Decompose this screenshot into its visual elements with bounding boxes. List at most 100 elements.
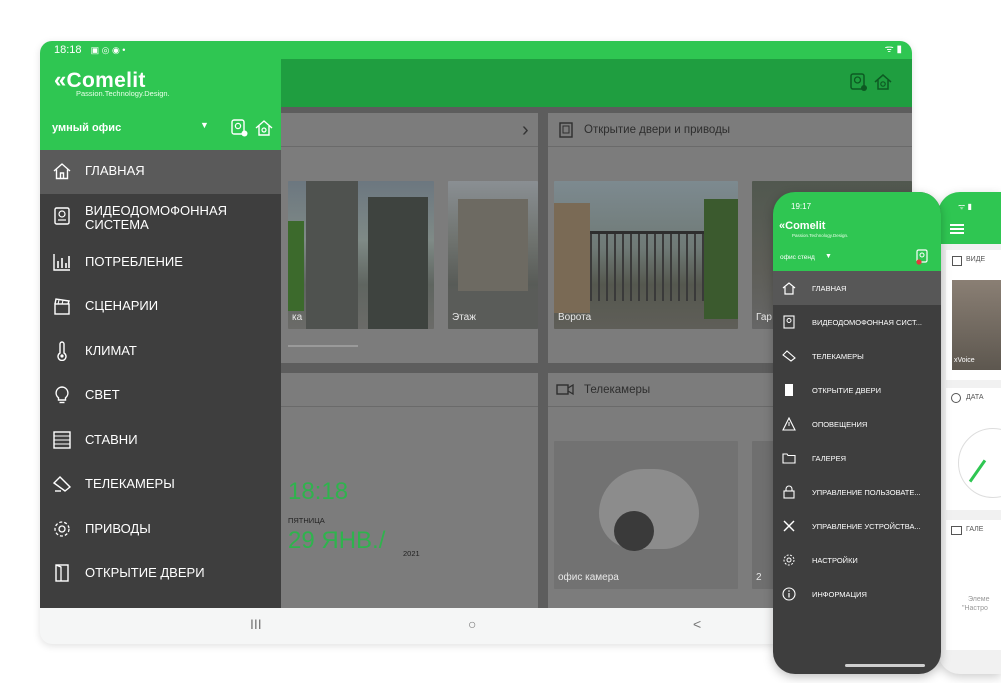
dropdown-caret-icon[interactable]: ▼ (825, 253, 832, 260)
folder-icon (951, 526, 962, 535)
card-header: Открытие двери и приводы (548, 113, 912, 147)
menu-label: ВИДЕОДОМОФОННАЯ СИСТ... (812, 318, 922, 327)
menu-item-cameras[interactable]: ТЕЛЕКАМЕРЫ (40, 463, 281, 507)
menu-label: ОТКРЫТИЕ ДВЕРИ (812, 386, 881, 395)
clock-year: 2021 (403, 549, 420, 558)
menu-item-actuators[interactable]: ПРИВОДЫ (40, 508, 281, 552)
menu-label: ВИДЕОДОМОФОННАЯ СИСТЕМА (85, 203, 228, 232)
clock-time: 18:18 (288, 478, 349, 505)
menu-label: СВЕТ (85, 387, 120, 402)
chevron-right-icon[interactable]: › (522, 119, 529, 142)
intercom-icon (783, 315, 795, 329)
section-gallery: ГАЛЕ Элеме "Настро (946, 520, 1001, 650)
menu-item-door-opening[interactable]: ОТКРЫТИЕ ДВЕРИ (40, 552, 281, 596)
thumbnail-label: Гар (756, 312, 772, 323)
menu-item-notifications[interactable]: ОПОВЕЩЕНИЯ (773, 407, 941, 441)
tools-icon (783, 520, 795, 532)
navigation-drawer: «Comelit Passion.Technology.Design. умны… (40, 59, 281, 608)
empty-message: Элеме (968, 596, 990, 603)
status-icons: ▣ ◎ ◉ • (90, 45, 126, 55)
hamburger-icon[interactable] (950, 224, 964, 234)
menu-item-intercom[interactable]: ВИДЕОДОМОФОННАЯ СИСТЕМА (40, 195, 281, 241)
menu-label: СТАВНИ (85, 432, 138, 447)
menu-label: СЦЕНАРИИ (85, 298, 159, 313)
menu-item-cameras[interactable]: ТЕЛЕКАМЕРЫ (773, 339, 941, 373)
shutter-icon (53, 431, 71, 449)
status-bar: 18:18 ▣ ◎ ◉ • ᯤ ▮ (40, 41, 912, 59)
empty-message: "Настро (962, 605, 988, 612)
back-button[interactable]: < (693, 616, 701, 632)
menu-label: ПРИВОДЫ (85, 521, 151, 536)
home-alarm-icon[interactable] (873, 72, 893, 92)
menu-item-settings[interactable]: НАСТРОЙКИ (773, 543, 941, 577)
menu-item-device-management[interactable]: УПРАВЛЕНИЕ УСТРОЙСТВА... (773, 509, 941, 543)
section-datetime: ДАТА (946, 388, 1001, 510)
camera-thumbnail[interactable]: Этаж (448, 181, 538, 329)
status-time: 18:18 (54, 44, 82, 56)
clock-day: ПЯТНИЦА (288, 516, 325, 525)
dropdown-caret-icon[interactable]: ▼ (200, 120, 209, 130)
menu-item-info[interactable]: ИНФОРМАЦИЯ (773, 577, 941, 611)
menu-label: ГЛАВНАЯ (812, 284, 847, 293)
home-button[interactable]: ○ (468, 616, 476, 632)
section-title: ВИДЕ (966, 256, 986, 263)
clock-icon (951, 393, 961, 403)
intercom-icon[interactable] (230, 118, 248, 138)
menu-label: ОПОВЕЩЕНИЯ (812, 420, 868, 429)
menu-item-intercom[interactable]: ВИДЕОДОМОФОННАЯ СИСТ... (773, 305, 941, 339)
lock-icon (783, 485, 795, 499)
thumbnail-label: Ворота (558, 312, 592, 323)
office-selector[interactable]: умный офис (52, 122, 121, 134)
intercom-icon (952, 256, 962, 266)
menu-item-climate[interactable]: КЛИМАТ (40, 330, 281, 374)
intercom-icon[interactable] (848, 72, 868, 92)
camera-thumbnail[interactable]: ка (288, 181, 434, 329)
thumbnail-label: xVoice (954, 357, 975, 364)
menu-label: ИНФОРМАЦИЯ (812, 590, 867, 599)
brand-name: Comelit (785, 220, 826, 232)
thumbnail-label: офис камера (558, 572, 619, 583)
chart-icon (53, 254, 70, 271)
gear-icon (783, 554, 795, 566)
home-alarm-icon[interactable] (254, 118, 274, 138)
intercom-icon (54, 207, 70, 225)
camera-icon (556, 383, 574, 396)
drawer-header: 19:17 «Comelit Passion.Technology.Design… (773, 192, 941, 274)
menu-item-user-management[interactable]: УПРАВЛЕНИЕ ПОЛЬЗОВАТЕ... (773, 475, 941, 509)
bulb-icon (55, 386, 69, 404)
menu-item-gallery[interactable]: ГАЛЕРЕЯ (773, 441, 941, 475)
intercom-icon[interactable] (915, 249, 929, 265)
section-intercom: ВИДЕ xVoice (946, 250, 1001, 380)
section-title: ГАЛЕ (966, 526, 984, 533)
brand-tagline: Passion.Technology.Design. (76, 89, 170, 98)
menu-label: ГЛАВНАЯ (85, 163, 145, 178)
recent-apps-button[interactable]: III (250, 616, 262, 632)
menu-label: УПРАВЛЕНИЕ УСТРОЙСТВА... (812, 522, 921, 531)
camera-thumbnail[interactable]: xVoice (952, 280, 1001, 370)
menu-item-shutters[interactable]: СТАВНИ (40, 419, 281, 463)
menu-item-consumption[interactable]: ПОТРЕБЛЕНИЕ (40, 241, 281, 285)
section-title: ДАТА (966, 394, 984, 401)
battery-wifi-icon: ᯤ ▮ (884, 44, 902, 55)
thumbnail-label: 2 (756, 572, 762, 583)
door-icon (559, 122, 573, 138)
office-selector[interactable]: офис стенд (780, 254, 815, 261)
menu-item-door-opening[interactable]: ОТКРЫТИЕ ДВЕРИ (773, 373, 941, 407)
home-icon (53, 163, 71, 180)
warning-icon (782, 417, 796, 431)
menu-item-scenarios[interactable]: СЦЕНАРИИ (40, 285, 281, 329)
analog-clock (958, 428, 1001, 498)
card-title: Открытие двери и приводы (584, 124, 731, 136)
camera-thumbnail[interactable]: офис камера (554, 441, 738, 589)
menu-item-home[interactable]: ГЛАВНАЯ (40, 150, 281, 194)
menu-label: КЛИМАТ (85, 343, 137, 358)
menu-label: ПОТРЕБЛЕНИЕ (85, 254, 183, 269)
status-time: 19:17 (791, 202, 812, 211)
clapperboard-icon (54, 298, 70, 315)
gear-icon (54, 521, 70, 537)
brand-tagline: Passion.Technology.Design. (792, 233, 849, 238)
camera-thumbnail[interactable]: Ворота (554, 181, 738, 329)
menu-item-light[interactable]: СВЕТ (40, 374, 281, 418)
menu-item-home[interactable]: ГЛАВНАЯ (773, 271, 941, 305)
door-icon (55, 564, 69, 582)
